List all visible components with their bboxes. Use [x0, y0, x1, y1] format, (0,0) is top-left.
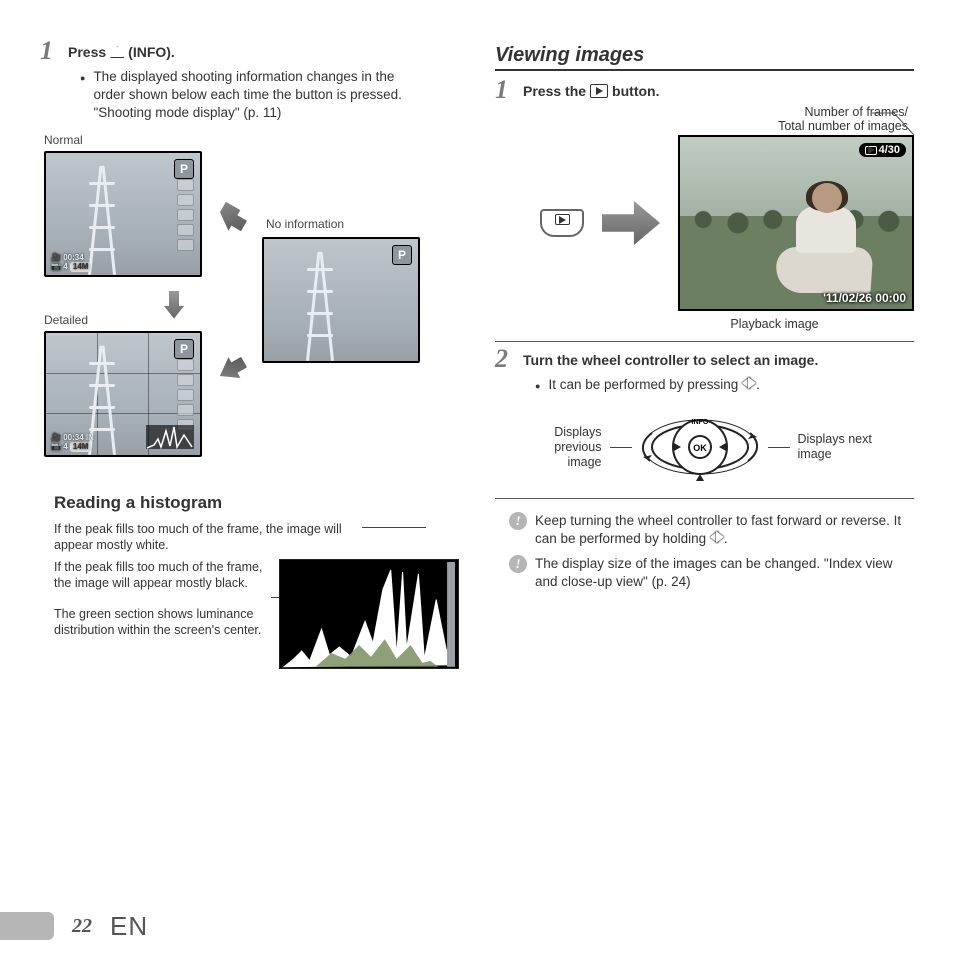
step-1-left: 1 Press (INFO).: [40, 44, 459, 60]
wheel-controller-figure: Displays previous image OK INFO Displays…: [495, 408, 914, 486]
label-no-information: No information: [266, 217, 344, 231]
mini-histogram-icon: [146, 425, 194, 449]
caution-icon: !: [509, 555, 527, 573]
arrow-icon: [214, 201, 250, 236]
display-cycle-diagram: Normal P 🎥 00:34 📷 4 14M No information: [40, 135, 459, 475]
woman-reading-graphic: [780, 183, 868, 293]
step-1-title: Press (INFO).: [68, 44, 459, 60]
arrow-down-icon: [164, 291, 184, 319]
label-normal: Normal: [44, 133, 83, 147]
wheel-controller-icon: OK INFO: [640, 408, 760, 486]
step-2-bullet: It can be performed by pressing .: [495, 372, 875, 400]
language-code: EN: [110, 911, 148, 942]
lcd-detailed: P 🎥 00:34 IN 📷 4 14M: [44, 331, 202, 457]
histogram-note-green: The green section shows luminance distri…: [54, 606, 265, 639]
ok-label: OK: [693, 443, 707, 453]
lcd-normal: P 🎥 00:34 📷 4 14M: [44, 151, 202, 277]
playback-icon: [865, 146, 877, 155]
histogram-graphic: [279, 559, 459, 669]
note-fast-forward: ! Keep turning the wheel controller to f…: [495, 509, 914, 551]
mode-p-badge: P: [392, 245, 412, 265]
leader-line: [610, 447, 632, 448]
left-right-arrow-icon: [710, 531, 724, 543]
bullet-dot-icon: [535, 376, 540, 394]
divider: [495, 341, 914, 342]
step-1-right: 1 Press the button.: [495, 83, 914, 99]
lcd-status: 🎥 00:34 📷 4 14M: [51, 253, 91, 271]
label-detailed: Detailed: [44, 313, 88, 327]
arrow-right-icon: [602, 201, 660, 245]
counter-value: 4/30: [879, 144, 900, 156]
text: button.: [612, 83, 659, 99]
playback-lcd: 4/30 '11/02/26 00:00: [678, 135, 914, 311]
lcd-status: 🎥 00:34 IN 📷 4 14M: [51, 433, 94, 451]
left-right-arrow-icon: [742, 377, 756, 389]
shooting-icons: [177, 359, 194, 431]
step-number: 2: [495, 344, 508, 374]
photo-timestamp: '11/02/26 00:00: [823, 291, 906, 305]
histogram-note-white: If the peak fills too much of the frame,…: [54, 521, 354, 554]
note-text: .: [724, 531, 728, 546]
page-number: 22: [72, 915, 92, 938]
leader-line: [768, 447, 790, 448]
note-text: The display size of the images can be ch…: [535, 555, 914, 591]
playback-icon: [555, 214, 570, 225]
bullet-dot-icon: [80, 68, 85, 123]
step-number: 1: [40, 36, 53, 66]
leader-line: [362, 527, 426, 528]
bullet-text: The displayed shooting information chang…: [93, 68, 420, 123]
note-display-size: ! The display size of the images can be …: [495, 552, 914, 594]
step-2-title: Turn the wheel controller to select an i…: [523, 352, 914, 368]
info-triangle-icon: [110, 46, 124, 58]
text: (INFO).: [128, 44, 175, 60]
shooting-icons: [177, 179, 194, 251]
step-2-right: 2 Turn the wheel controller to select an…: [495, 352, 914, 368]
mode-p-badge: P: [174, 339, 194, 359]
bullet-text: It can be performed by pressing .: [548, 376, 759, 394]
page-footer: 22 EN: [0, 898, 954, 954]
label-prev-image: Displays previous image: [522, 425, 602, 470]
mode-p-badge: P: [174, 159, 194, 179]
histogram-heading: Reading a histogram: [54, 493, 459, 513]
step-number: 1: [495, 75, 508, 105]
text: Press: [68, 44, 106, 60]
info-label: INFO: [691, 419, 708, 426]
leader-line: [870, 111, 918, 141]
histogram-figure: If the peak fills too much of the frame,…: [54, 559, 459, 669]
frames-count-label: Number of frames/ Total number of images: [495, 105, 908, 133]
step-1-title: Press the button.: [523, 83, 914, 99]
histogram-note-black: If the peak fills too much of the frame,…: [54, 559, 265, 592]
ladder-graphic: [298, 251, 342, 361]
label-next-image: Displays next image: [798, 432, 888, 462]
press-play-figure: 4/30 '11/02/26 00:00: [495, 135, 914, 311]
text: Press the: [523, 83, 586, 99]
caution-icon: !: [509, 512, 527, 530]
thumb-tab: [0, 912, 54, 940]
divider: [495, 498, 914, 499]
playback-caption: Playback image: [635, 317, 914, 331]
playback-icon: [590, 84, 608, 98]
step-1-bullet: The displayed shooting information chang…: [40, 64, 420, 129]
play-button-chip: [540, 209, 584, 237]
arrow-icon: [214, 351, 250, 386]
lcd-no-info: P: [262, 237, 420, 363]
section-viewing-images: Viewing images: [495, 44, 914, 71]
frame-counter-badge: 4/30: [859, 143, 906, 157]
